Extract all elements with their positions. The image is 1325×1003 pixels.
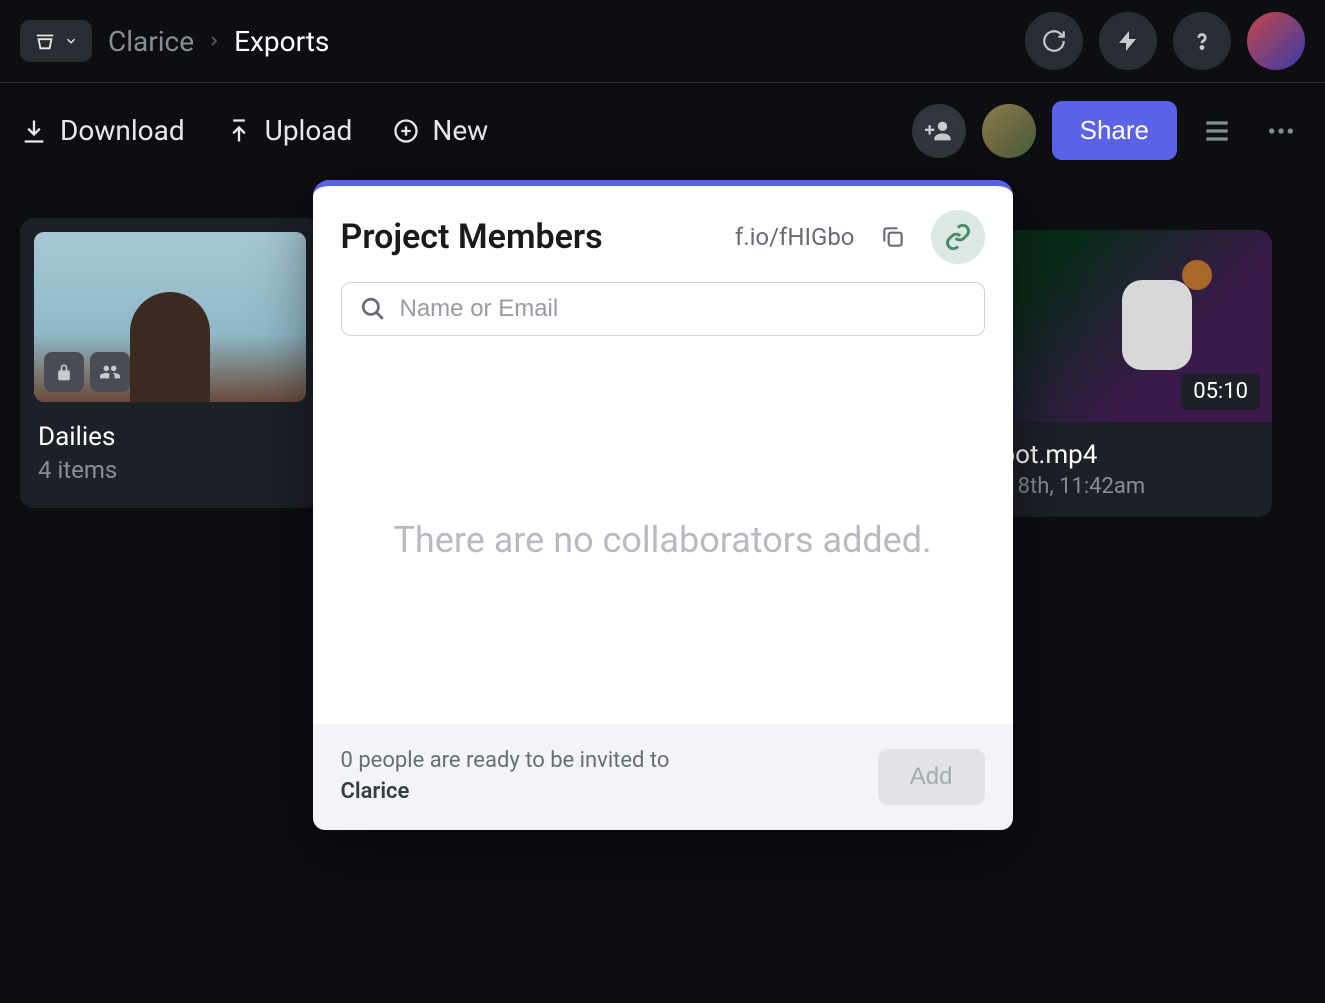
duration-badge: 05:10 <box>1181 373 1260 410</box>
folder-item-count: 4 items <box>34 456 306 494</box>
folder-card[interactable]: Dailies 4 items <box>20 218 320 508</box>
modal-footer: 0 people are ready to be invited to Clar… <box>313 724 1013 830</box>
chevron-down-icon <box>64 34 78 48</box>
share-link-text[interactable]: f.io/fHIGbo <box>735 223 855 251</box>
new-button[interactable]: New <box>392 114 488 147</box>
download-button[interactable]: Download <box>20 114 185 147</box>
folder-thumbnail <box>34 232 306 402</box>
project-members-modal: Project Members f.io/fHIGbo <box>313 180 1013 830</box>
people-icon <box>90 352 130 392</box>
breadcrumb-current[interactable]: Exports <box>234 25 329 58</box>
footer-text: 0 people are ready to be invited to Clar… <box>341 746 670 808</box>
top-bar: Clarice Exports <box>0 0 1325 83</box>
search-container <box>313 282 1013 356</box>
breadcrumb-project[interactable]: Clarice <box>108 25 194 58</box>
lightning-button[interactable] <box>1099 12 1157 70</box>
add-member-button[interactable] <box>912 104 966 158</box>
workspace-dropdown[interactable] <box>20 20 92 62</box>
upload-label: Upload <box>265 114 353 147</box>
modal-title: Project Members <box>341 217 603 257</box>
workspace-icon <box>34 30 56 52</box>
lock-icon <box>44 352 84 392</box>
list-view-button[interactable] <box>1193 107 1241 155</box>
refresh-button[interactable] <box>1025 12 1083 70</box>
chevron-right-icon <box>206 33 222 49</box>
share-button[interactable]: Share <box>1052 101 1177 160</box>
search-box[interactable] <box>341 282 985 336</box>
folder-title: Dailies <box>34 422 306 452</box>
help-button[interactable] <box>1173 12 1231 70</box>
more-options-button[interactable] <box>1257 107 1305 155</box>
user-avatar[interactable] <box>1247 12 1305 70</box>
copy-link-button[interactable] <box>871 215 915 259</box>
member-avatar[interactable] <box>982 104 1036 158</box>
new-label: New <box>432 114 488 147</box>
upload-button[interactable]: Upload <box>225 114 353 147</box>
link-settings-button[interactable] <box>931 210 985 264</box>
breadcrumb: Clarice Exports <box>108 25 329 58</box>
empty-state-message: There are no collaborators added. <box>313 356 1013 724</box>
toolbar: Download Upload New Share <box>0 83 1325 178</box>
modal-header: Project Members f.io/fHIGbo <box>313 186 1013 282</box>
download-label: Download <box>60 114 185 147</box>
toolbar-right: Share <box>912 101 1305 160</box>
top-bar-actions <box>1025 12 1305 70</box>
search-input[interactable] <box>400 295 966 323</box>
add-button[interactable]: Add <box>878 749 985 805</box>
search-icon <box>360 296 386 322</box>
